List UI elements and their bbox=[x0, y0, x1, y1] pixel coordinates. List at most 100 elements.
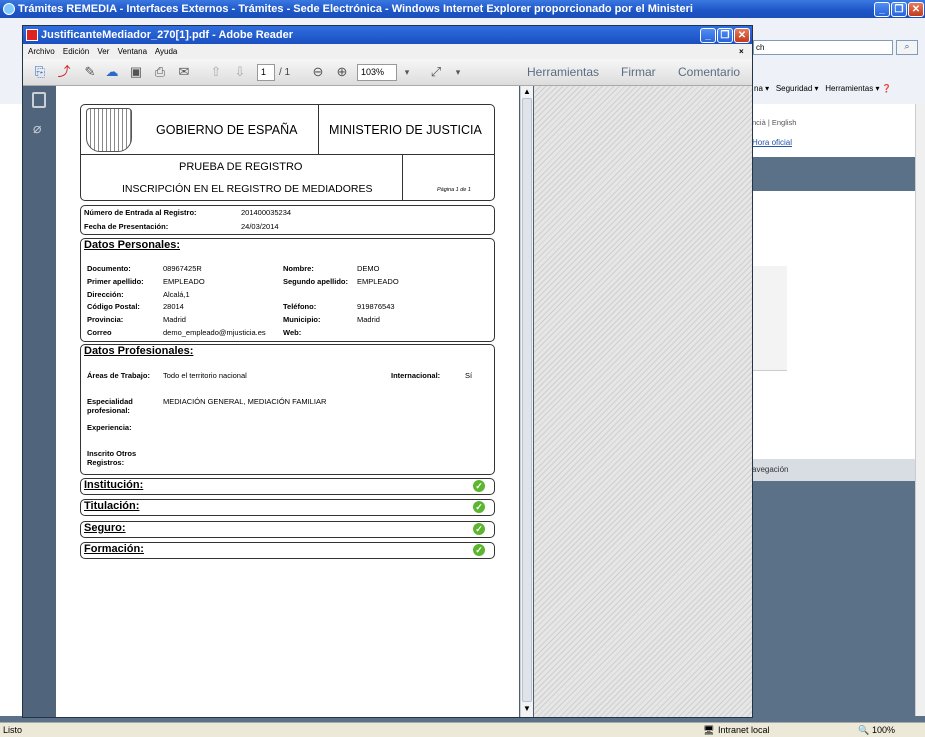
navigation-panel: ⌀ bbox=[23, 86, 56, 717]
scroll-thumb[interactable] bbox=[522, 98, 532, 702]
address-value: Alcalá,1 bbox=[163, 290, 190, 299]
ie-menu-tools[interactable]: Herramientas bbox=[825, 84, 873, 93]
gov-label: GOBIERNO DE ESPAÑA bbox=[156, 123, 298, 137]
edit-icon[interactable]: ✎ bbox=[81, 63, 99, 81]
other-registries-label-line1: Inscrito Otros bbox=[87, 449, 137, 458]
ie-page-right: ncià | English Hora oficial avegación bbox=[752, 104, 925, 716]
empty-pane bbox=[534, 86, 752, 717]
cloud-icon[interactable]: ☁ bbox=[103, 63, 121, 81]
ie-menu-page[interactable]: na bbox=[754, 84, 763, 93]
scroll-down-icon[interactable]: ▼ bbox=[522, 704, 532, 714]
document-label: Documento: bbox=[87, 264, 131, 273]
personal-data-box bbox=[80, 238, 495, 342]
bg-panel bbox=[752, 266, 787, 371]
ie-minimize-button[interactable]: _ bbox=[874, 2, 890, 17]
reader-minimize-button[interactable]: _ bbox=[700, 28, 716, 43]
surname1-value: EMPLEADO bbox=[163, 277, 205, 286]
email-label: Correo bbox=[87, 328, 112, 337]
ie-page-left bbox=[0, 104, 22, 716]
email-icon[interactable]: ✉ bbox=[175, 63, 193, 81]
status-text: Listo bbox=[3, 725, 23, 735]
section-seguro bbox=[80, 521, 495, 538]
fit-page-icon[interactable]: ⤢ bbox=[427, 63, 445, 81]
page-up-icon[interactable]: ⇧ bbox=[207, 63, 225, 81]
postal-code-label: Código Postal: bbox=[87, 302, 140, 311]
ie-menu-security[interactable]: Seguridad bbox=[776, 84, 812, 93]
menu-archivo[interactable]: Archivo bbox=[28, 47, 55, 56]
menu-ayuda[interactable]: Ayuda bbox=[155, 47, 178, 56]
check-icon: ✓ bbox=[473, 544, 485, 556]
sign-pane-button[interactable]: Firmar bbox=[621, 63, 656, 82]
zoom-out-icon[interactable]: ⊖ bbox=[309, 63, 327, 81]
reader-close-button[interactable]: ✕ bbox=[734, 28, 750, 43]
ie-title-bar: Trámites REMEDIA - Interfaces Externos -… bbox=[0, 0, 925, 18]
province-label: Provincia: bbox=[87, 315, 124, 324]
ministry-label: MINISTERIO DE JUSTICIA bbox=[329, 123, 482, 137]
reader-toolbar: ⎘ ⤴ ✎ ☁ ▣ ⎙ ✉ ⇧ ⇩ 1 / 1 ⊖ ⊕ 103% ▾ ⤢ ▾ H… bbox=[23, 59, 752, 86]
zoom-dropdown-icon[interactable]: ▾ bbox=[398, 63, 416, 81]
ie-search-input[interactable]: ch bbox=[753, 40, 893, 55]
bg-footer bbox=[752, 481, 925, 716]
ie-logo-icon bbox=[3, 3, 15, 15]
ie-scrollbar[interactable] bbox=[915, 104, 925, 716]
submission-date-value: 24/03/2014 bbox=[241, 222, 279, 231]
page-number-input[interactable]: 1 bbox=[257, 64, 275, 81]
document-value: 08967425R bbox=[163, 264, 202, 273]
check-icon: ✓ bbox=[473, 523, 485, 535]
other-registries-label-line2: Registros: bbox=[87, 458, 125, 467]
page-down-icon[interactable]: ⇩ bbox=[231, 63, 249, 81]
professional-data-title: Datos Profesionales: bbox=[84, 345, 194, 357]
print-icon[interactable]: ⎙ bbox=[151, 63, 169, 81]
check-icon: ✓ bbox=[473, 480, 485, 492]
document-scrollbar[interactable]: ▲ ▼ bbox=[520, 86, 533, 717]
pages-panel-icon[interactable] bbox=[32, 92, 46, 108]
pdf-page: GOBIERNO DE ESPAÑA MINISTERIO DE JUSTICI… bbox=[56, 86, 519, 717]
tools-pane-button[interactable]: Herramientas bbox=[527, 63, 599, 82]
address-label: Dirección: bbox=[87, 290, 124, 299]
reader-maximize-button[interactable]: ❐ bbox=[717, 28, 733, 43]
scroll-up-icon[interactable]: ▲ bbox=[522, 87, 532, 97]
phone-label: Teléfono: bbox=[283, 302, 317, 311]
submission-date-label: Fecha de Presentación: bbox=[84, 222, 169, 231]
international-value: Sí bbox=[465, 371, 473, 380]
status-zoom[interactable]: 100% bbox=[872, 723, 895, 737]
name-label: Nombre: bbox=[283, 264, 314, 273]
specialty-label-line2: profesional: bbox=[87, 406, 130, 415]
ie-help-icon[interactable]: ❓ bbox=[882, 84, 892, 93]
intranet-zone-icon: 🖥 bbox=[703, 725, 715, 735]
attachments-icon[interactable]: ⌀ bbox=[33, 120, 41, 137]
province-value: Madrid bbox=[163, 315, 186, 324]
specialty-value: MEDIACIÓN GENERAL, MEDIACIÓN FAMILIAR bbox=[163, 397, 327, 406]
municipality-value: Madrid bbox=[357, 315, 380, 324]
bg-hora-oficial-link[interactable]: Hora oficial bbox=[752, 138, 792, 147]
professional-data-box bbox=[80, 344, 495, 475]
name-value: DEMO bbox=[357, 264, 380, 273]
convert-icon[interactable]: ⤴ bbox=[55, 63, 73, 81]
zoom-icon[interactable]: 🔍 bbox=[858, 723, 869, 737]
postal-code-value: 28014 bbox=[163, 302, 184, 311]
spain-coat-of-arms-icon bbox=[86, 108, 132, 152]
create-pdf-icon[interactable]: ⎘ bbox=[31, 63, 49, 81]
menu-close-icon[interactable]: × bbox=[739, 44, 744, 59]
zoom-select[interactable]: 103% bbox=[357, 64, 397, 81]
adobe-reader-window: JustificanteMediador_270[1].pdf - Adobe … bbox=[22, 25, 753, 718]
ie-maximize-button[interactable]: ❐ bbox=[891, 2, 907, 17]
check-icon: ✓ bbox=[473, 501, 485, 513]
ie-status-bar: Listo 🖥 Intranet local 🔍 100% bbox=[0, 722, 925, 737]
specialty-label-line1: Especialidad bbox=[87, 397, 133, 406]
toolbar-more-icon[interactable]: ▾ bbox=[449, 63, 467, 81]
ie-close-button[interactable]: ✕ bbox=[908, 2, 924, 17]
proof-title: PRUEBA DE REGISTRO bbox=[179, 161, 303, 173]
surname2-value: EMPLEADO bbox=[357, 277, 399, 286]
save-icon[interactable]: ▣ bbox=[127, 63, 145, 81]
bg-lang-links[interactable]: ncià | English bbox=[752, 118, 796, 127]
menu-edicion[interactable]: Edición bbox=[63, 47, 89, 56]
ie-search-icon[interactable]: ⌕ bbox=[896, 40, 918, 55]
surname1-label: Primer apellido: bbox=[87, 277, 144, 286]
phone-value: 919876543 bbox=[357, 302, 395, 311]
menu-ventana[interactable]: Ventana bbox=[118, 47, 147, 56]
comment-pane-button[interactable]: Comentario bbox=[678, 63, 740, 82]
menu-ver[interactable]: Ver bbox=[97, 47, 109, 56]
zoom-in-icon[interactable]: ⊕ bbox=[333, 63, 351, 81]
surname2-label: Segundo apellido: bbox=[283, 277, 348, 286]
